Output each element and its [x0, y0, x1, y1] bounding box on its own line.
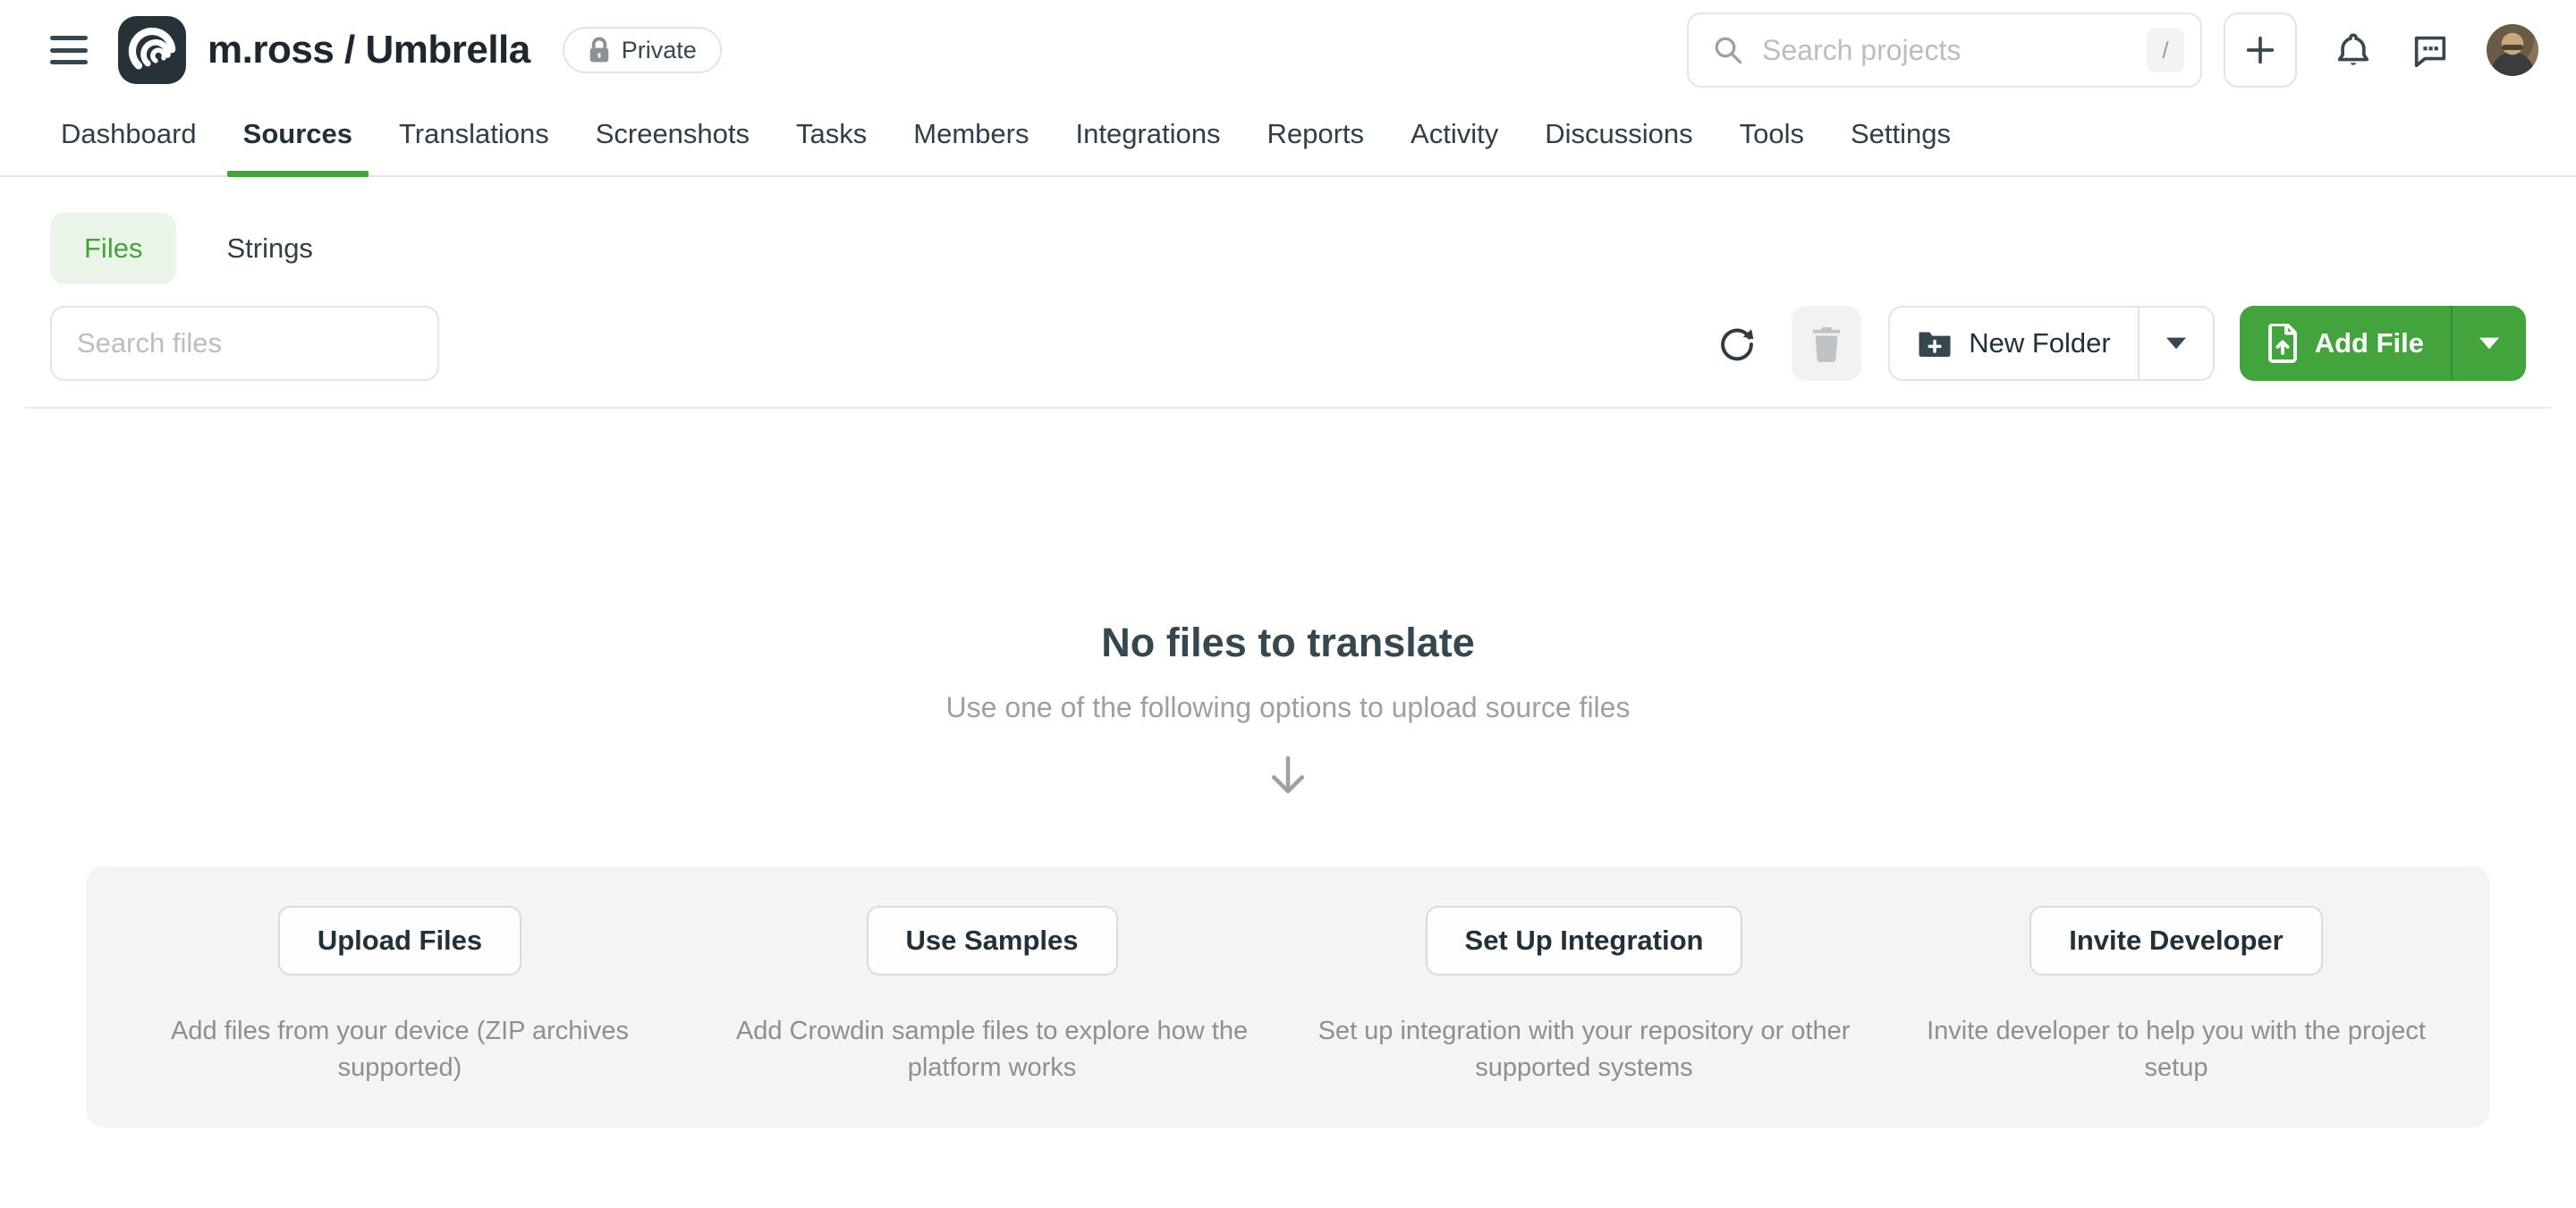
messages-button[interactable]: [2410, 30, 2451, 71]
search-shortcut-key: /: [2147, 28, 2184, 72]
toolbar-divider: [25, 407, 2551, 409]
nav-tab-tools[interactable]: Tools: [1740, 100, 1804, 175]
folder-plus-icon: [1917, 328, 1953, 359]
user-avatar[interactable]: [2487, 24, 2538, 76]
project-search-box: /: [1687, 13, 2202, 88]
nav-tab-discussions[interactable]: Discussions: [1545, 100, 1692, 175]
arrow-down-icon: [1264, 751, 1312, 799]
search-projects-input[interactable]: [1762, 34, 2147, 67]
option-description: Add files from your device (ZIP archives…: [126, 1013, 674, 1086]
nav-tab-integrations[interactable]: Integrations: [1075, 100, 1220, 175]
lock-icon: [588, 37, 611, 63]
create-project-button[interactable]: [2224, 13, 2297, 88]
upload-option-card: Use Samples Add Crowdin sample files to …: [696, 906, 1288, 1086]
new-folder-label: New Folder: [1969, 327, 2111, 359]
chat-bubble-icon: [2410, 30, 2451, 71]
nav-tab-activity[interactable]: Activity: [1411, 100, 1498, 175]
nav-tab-dashboard[interactable]: Dashboard: [61, 100, 197, 175]
toolbar-actions: New Folder Add File: [1716, 306, 2526, 381]
nav-tab-screenshots[interactable]: Screenshots: [596, 100, 750, 175]
upload-files-button[interactable]: Upload Files: [278, 906, 521, 976]
empty-state: No files to translate Use one of the fol…: [50, 620, 2526, 804]
project-title: m.ross / Umbrella: [208, 28, 530, 72]
project-nav: Dashboard Sources Translations Screenshots T…: [0, 100, 2576, 177]
use-samples-button[interactable]: Use Samples: [867, 906, 1118, 976]
option-description: Add Crowdin sample files to explore how …: [718, 1013, 1266, 1086]
add-file-dropdown-button[interactable]: [2451, 306, 2526, 381]
empty-state-subtitle: Use one of the following options to uplo…: [50, 691, 2526, 724]
empty-state-title: No files to translate: [50, 620, 2526, 666]
view-toggle: Files Strings: [50, 213, 2526, 284]
nav-tab-tasks[interactable]: Tasks: [796, 100, 867, 175]
refresh-button[interactable]: [1716, 323, 1758, 364]
new-folder-split-button: New Folder: [1888, 306, 2215, 381]
option-description: Invite developer to help you with the pr…: [1902, 1013, 2450, 1086]
top-header: m.ross / Umbrella Private /: [0, 0, 2576, 100]
upload-options-panel: Upload Files Add files from your device …: [86, 866, 2490, 1128]
upload-option-card: Upload Files Add files from your device …: [104, 906, 696, 1086]
tab-files[interactable]: Files: [50, 213, 176, 284]
upload-option-card: Set Up Integration Set up integration wi…: [1288, 906, 1880, 1086]
nav-tab-members[interactable]: Members: [913, 100, 1029, 175]
privacy-badge: Private: [563, 27, 722, 73]
upload-option-card: Invite Developer Invite developer to hel…: [1880, 906, 2472, 1086]
files-toolbar: New Folder Add File: [50, 306, 2526, 381]
header-actions: /: [1687, 13, 2538, 88]
sources-page: Files Strings: [0, 213, 2576, 1128]
nav-tab-settings[interactable]: Settings: [1851, 100, 1951, 175]
nav-tab-reports[interactable]: Reports: [1267, 100, 1364, 175]
bell-icon: [2333, 30, 2374, 71]
hamburger-menu-icon[interactable]: [50, 36, 88, 64]
nav-tab-sources[interactable]: Sources: [243, 100, 352, 175]
chevron-down-icon: [2479, 337, 2499, 350]
file-upload-icon: [2267, 324, 2299, 363]
set-up-integration-button[interactable]: Set Up Integration: [1426, 906, 1743, 976]
delete-button[interactable]: [1792, 306, 1861, 381]
invite-developer-button[interactable]: Invite Developer: [2029, 906, 2322, 976]
privacy-badge-label: Private: [622, 37, 697, 64]
notifications-button[interactable]: [2333, 30, 2374, 71]
crowdin-logo-icon[interactable]: [118, 16, 186, 84]
file-search-box: [50, 306, 439, 381]
add-file-label: Add File: [2315, 327, 2424, 359]
option-description: Set up integration with your repository …: [1310, 1013, 1858, 1086]
search-icon: [1712, 34, 1744, 66]
new-folder-dropdown-button[interactable]: [2138, 308, 2213, 379]
new-folder-button[interactable]: New Folder: [1890, 308, 2138, 379]
plus-icon: [2242, 32, 2278, 68]
chevron-down-icon: [2166, 337, 2186, 350]
nav-tab-translations[interactable]: Translations: [399, 100, 549, 175]
add-file-button[interactable]: Add File: [2240, 306, 2451, 381]
refresh-icon: [1716, 323, 1758, 364]
trash-icon: [1809, 325, 1843, 362]
add-file-split-button: Add File: [2240, 306, 2526, 381]
search-files-input[interactable]: [77, 327, 412, 359]
tab-strings[interactable]: Strings: [192, 213, 346, 284]
